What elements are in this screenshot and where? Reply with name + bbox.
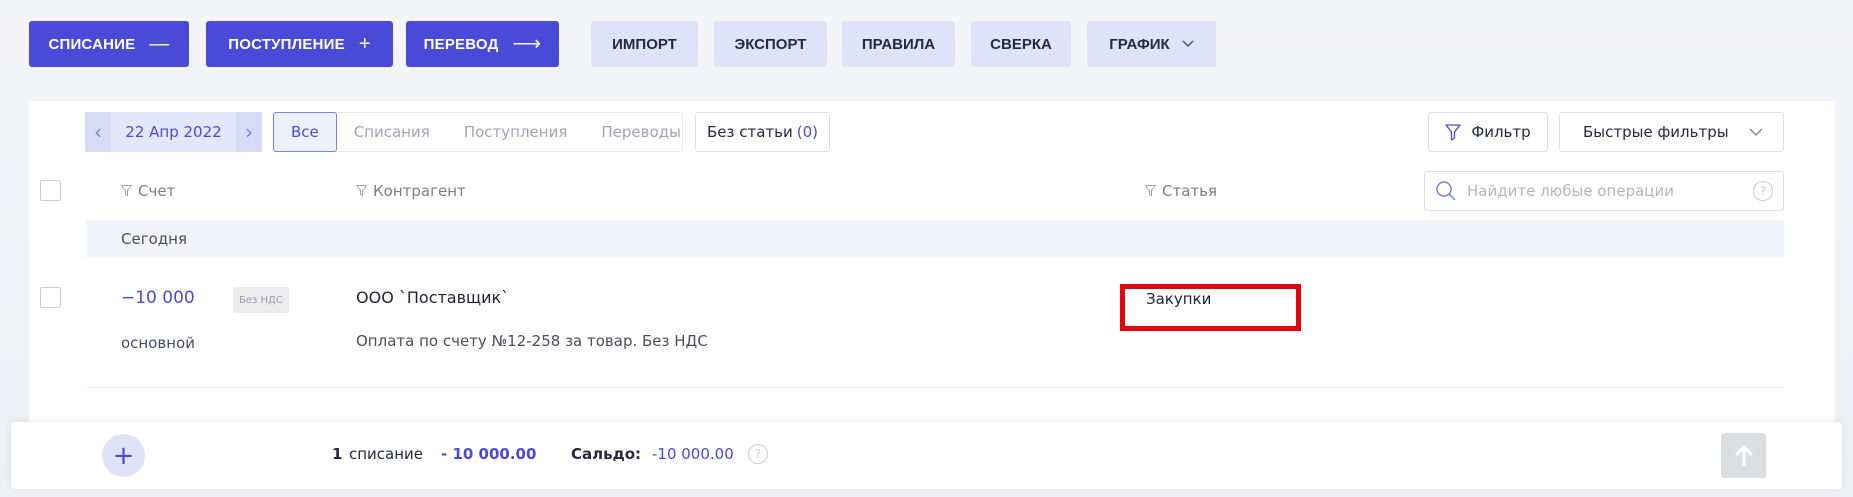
chevron-down-icon bbox=[1749, 128, 1763, 136]
arrow-right-icon: ⟶ bbox=[512, 33, 542, 55]
select-all-checkbox[interactable] bbox=[40, 180, 61, 201]
arrow-up-icon bbox=[1734, 445, 1753, 466]
reconcile-label: СВЕРКА bbox=[990, 35, 1052, 53]
help-icon[interactable]: ? bbox=[748, 444, 768, 464]
add-operation-button[interactable]: + bbox=[102, 434, 145, 477]
column-account-label: Счет bbox=[138, 182, 176, 200]
no-article-label: Без статьи bbox=[706, 123, 793, 141]
search-icon bbox=[1436, 181, 1456, 201]
summary-total: - 10 000.00 bbox=[441, 445, 537, 463]
date-group-header: Сегодня bbox=[87, 220, 1784, 258]
operation-counterparty[interactable]: ООО `Поставщик` bbox=[356, 288, 509, 307]
column-article-label: Статья bbox=[1162, 182, 1218, 200]
chevron-left-icon[interactable]: ‹ bbox=[85, 112, 111, 152]
column-article[interactable]: Статья bbox=[1145, 182, 1217, 200]
summary-balance-label: Сальдо: bbox=[571, 445, 642, 463]
transfer-label: ПЕРЕВОД bbox=[423, 35, 499, 53]
minus-icon: — bbox=[149, 33, 170, 55]
writeoff-button[interactable]: СПИСАНИЕ — bbox=[29, 21, 189, 67]
operations-panel bbox=[29, 101, 1835, 471]
reconcile-button[interactable]: СВЕРКА bbox=[971, 21, 1071, 67]
no-article-button[interactable]: Без статьи (0) bbox=[695, 112, 830, 152]
operation-amount[interactable]: −10 000 bbox=[121, 288, 195, 308]
filter-label: Фильтр bbox=[1471, 123, 1531, 141]
vat-badge: Без НДС bbox=[233, 287, 289, 313]
operation-article[interactable]: Закупки bbox=[1146, 290, 1211, 308]
operation-account: основной bbox=[121, 334, 195, 352]
transfer-button[interactable]: ПЕРЕВОД ⟶ bbox=[406, 21, 559, 67]
row-divider bbox=[87, 387, 1784, 388]
chevron-down-icon bbox=[1182, 40, 1194, 47]
funnel-icon bbox=[356, 185, 367, 197]
funnel-icon bbox=[1145, 185, 1156, 197]
quick-filters-label: Быстрые фильтры bbox=[1583, 123, 1729, 141]
help-icon[interactable]: ? bbox=[1753, 181, 1773, 201]
import-button[interactable]: ИМПОРТ bbox=[591, 21, 698, 67]
tab-transfers[interactable]: Переводы bbox=[584, 113, 698, 151]
writeoff-label: СПИСАНИЕ bbox=[48, 35, 136, 53]
quick-filters-select[interactable]: Быстрые фильтры bbox=[1559, 112, 1784, 152]
scroll-to-top-button[interactable] bbox=[1721, 433, 1766, 478]
no-article-count: (0) bbox=[796, 123, 819, 141]
filter-button[interactable]: Фильтр bbox=[1428, 112, 1548, 152]
operation-type-tabs: Все Списания Поступления Переводы bbox=[273, 112, 683, 152]
chevron-right-icon[interactable]: › bbox=[236, 112, 262, 152]
plus-icon: + bbox=[358, 33, 371, 55]
date-group-label: Сегодня bbox=[121, 230, 187, 248]
tab-incomes[interactable]: Поступления bbox=[447, 113, 585, 151]
column-counterparty[interactable]: Контрагент bbox=[356, 182, 466, 200]
search-input[interactable] bbox=[1457, 182, 1753, 200]
rules-button[interactable]: ПРАВИЛА bbox=[842, 21, 955, 67]
funnel-icon bbox=[1445, 123, 1461, 141]
column-counterparty-label: Контрагент bbox=[373, 182, 466, 200]
summary-bar bbox=[11, 422, 1842, 489]
operation-description: Оплата по счету №12-258 за товар. Без НД… bbox=[356, 332, 708, 350]
rules-label: ПРАВИЛА bbox=[861, 35, 936, 53]
current-date[interactable]: 22 Апр 2022 bbox=[111, 123, 236, 141]
tab-writeoffs[interactable]: Списания bbox=[337, 113, 447, 151]
income-label: ПОСТУПЛЕНИЕ bbox=[228, 35, 345, 53]
funnel-icon bbox=[121, 185, 132, 197]
income-button[interactable]: ПОСТУПЛЕНИЕ + bbox=[206, 21, 393, 67]
export-button[interactable]: ЭКСПОРТ bbox=[714, 21, 827, 67]
import-label: ИМПОРТ bbox=[612, 35, 677, 53]
summary-count-label: списание bbox=[349, 445, 424, 463]
summary-count: 1 bbox=[332, 445, 343, 463]
schedule-label: ГРАФИК bbox=[1109, 35, 1170, 53]
summary-balance: -10 000.00 bbox=[652, 445, 734, 463]
column-account[interactable]: Счет bbox=[121, 182, 175, 200]
export-label: ЭКСПОРТ bbox=[734, 35, 807, 53]
schedule-button[interactable]: ГРАФИК bbox=[1087, 21, 1216, 67]
date-navigator: ‹ 22 Апр 2022 › bbox=[85, 112, 262, 152]
search-box: ? bbox=[1424, 171, 1784, 211]
row-checkbox[interactable] bbox=[40, 287, 61, 308]
tab-all[interactable]: Все bbox=[273, 112, 337, 152]
